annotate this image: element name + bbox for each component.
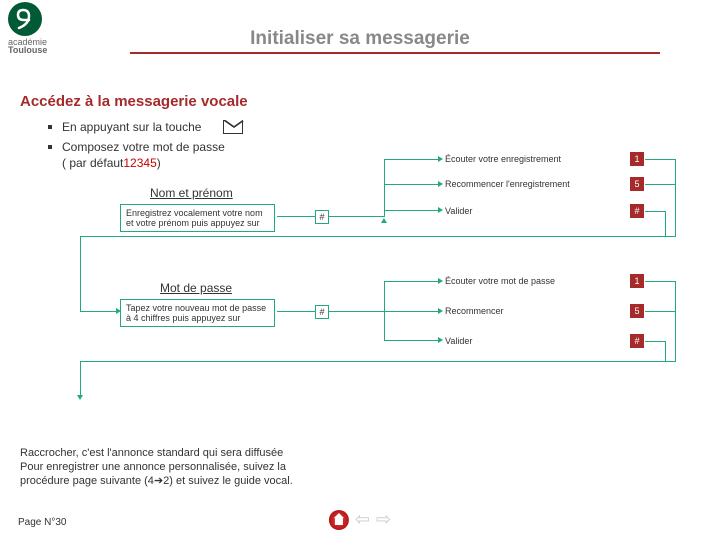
envelope-icon (223, 120, 243, 134)
logo-toulouse: Toulouse (8, 45, 47, 55)
final-l2: Pour enregistrer une annonce personnalis… (20, 460, 293, 474)
page-number: Page N°30 (18, 517, 66, 528)
default-post: ) (157, 156, 161, 170)
flow-diagram: Nom et prénom Enregistrez vocalement vot… (20, 176, 700, 426)
s2-key2: 5 (630, 304, 644, 318)
bullet-icon (48, 145, 52, 149)
prev-arrow-icon[interactable]: ⇦ (355, 509, 370, 530)
s2-key1: 1 (630, 274, 644, 288)
s1-key3: # (630, 204, 644, 218)
final-text: Raccrocher, c'est l'annonce standard qui… (20, 446, 293, 488)
nav-controls: ⇦ ⇨ (329, 509, 391, 530)
bullet-icon (48, 125, 52, 129)
final-l3-pre: procédure page suivante (4 (20, 475, 154, 487)
hash-key-2: # (315, 305, 329, 319)
s2-opt1: Écouter votre mot de passe (445, 276, 555, 286)
s2-opt2: Recommencer (445, 306, 504, 316)
s1-opt2: Recommencer l'enregistrement (445, 179, 570, 189)
s1-key1: 1 (630, 152, 644, 166)
s1-opt3: Valider (445, 206, 472, 216)
default-pre: ( par défaut (62, 156, 123, 170)
hash-key-1: # (315, 210, 329, 224)
s1-opt1: Écouter votre enregistrement (445, 154, 561, 164)
bullet-2: Composez votre mot de passe (62, 140, 225, 154)
section1-box: Enregistrez vocalement votre nom et votr… (120, 204, 275, 232)
default-num: 12345 (123, 156, 156, 170)
logo-e-icon (8, 2, 42, 36)
next-arrow-icon[interactable]: ⇨ (376, 509, 391, 530)
section2-box: Tapez votre nouveau mot de passe à 4 chi… (120, 299, 275, 327)
s2-opt3: Valider (445, 336, 472, 346)
logo: académie Toulouse (8, 2, 47, 55)
s2-key3: # (630, 334, 644, 348)
arrow-icon: ➔ (154, 475, 163, 487)
page-title: Initialiser sa messagerie (0, 0, 720, 50)
final-l1: Raccrocher, c'est l'annonce standard qui… (20, 446, 293, 460)
section2-title: Mot de passe (160, 281, 232, 295)
title-rule (130, 52, 660, 54)
final-l3-post: 2) et suivez le guide vocal. (163, 475, 293, 487)
home-icon[interactable] (329, 510, 349, 530)
section-heading: Accédez à la messagerie vocale (20, 93, 700, 110)
bullet-1: En appuyant sur la touche (62, 120, 201, 134)
section1-title: Nom et prénom (150, 186, 233, 200)
s1-key2: 5 (630, 177, 644, 191)
